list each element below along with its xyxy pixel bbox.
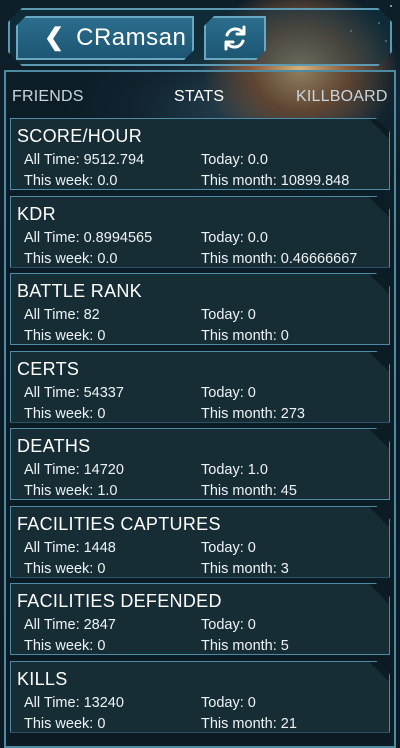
- refresh-button[interactable]: [204, 16, 266, 60]
- stat-title: BATTLE RANK: [17, 281, 142, 301]
- stat-title: FACILITIES DEFENDED: [17, 591, 222, 611]
- stat-month: This month: 21: [201, 715, 297, 732]
- stat-card-battle-rank: BATTLE RANK All Time: 82 Today: 0 This wee…: [10, 273, 390, 345]
- stat-week: This week: 0: [24, 405, 106, 422]
- stat-all-time: All Time: 9512.794: [24, 152, 145, 168]
- stat-title: SCORE/HOUR: [17, 126, 143, 146]
- stat-card-score-hour: SCORE/HOUR All Time: 9512.794 Today: 0.0 T…: [10, 118, 390, 190]
- stat-month: This month: 45: [201, 483, 297, 499]
- stat-title: KILLS: [17, 668, 68, 689]
- stat-week: This week: 0: [24, 328, 106, 344]
- stat-card-facilities-defended: FACILITIES DEFENDED All Time: 2847 Today:…: [10, 583, 390, 655]
- top-bar: ❮ CRamsan: [8, 8, 392, 66]
- stat-today: Today: 0: [201, 694, 256, 711]
- stats-list[interactable]: SCORE/HOUR All Time: 9512.794 Today: 0.0 T…: [10, 118, 390, 738]
- stat-month: This month: 0.46666667: [201, 250, 358, 267]
- stat-card-facilities-captures: FACILITIES CAPTURES All Time: 1448 Today:…: [10, 506, 390, 578]
- stat-month: This month: 0: [201, 328, 289, 344]
- tab-stats[interactable]: STATS: [174, 88, 224, 106]
- stat-month: This month: 273: [201, 405, 305, 422]
- chevron-left-icon: ❮: [44, 24, 65, 51]
- stat-all-time: All Time: 2847: [24, 617, 116, 633]
- stat-all-time: All Time: 0.8994565: [24, 229, 153, 246]
- tab-bar: FRIENDS STATS KILLBOARD: [6, 88, 394, 112]
- stat-week: This week: 0.0: [24, 250, 118, 267]
- stat-all-time: All Time: 14720: [24, 462, 124, 478]
- stat-week: This week: 0: [24, 715, 106, 732]
- tab-killboard[interactable]: KILLBOARD: [296, 88, 388, 106]
- stat-all-time: All Time: 54337: [24, 384, 124, 401]
- stat-month: This month: 3: [201, 560, 289, 577]
- stat-week: This week: 0: [24, 560, 106, 577]
- stat-all-time: All Time: 13240: [24, 694, 124, 711]
- stat-title: CERTS: [17, 358, 80, 379]
- profile-name: CRamsan: [76, 24, 187, 51]
- stat-all-time: All Time: 82: [24, 307, 100, 323]
- tab-friends[interactable]: FRIENDS: [12, 88, 84, 106]
- stat-today: Today: 0: [201, 307, 256, 323]
- stat-title: FACILITIES CAPTURES: [17, 513, 221, 534]
- stat-today: Today: 0: [201, 539, 256, 556]
- stat-today: Today: 0.0: [201, 229, 268, 246]
- stat-title: KDR: [17, 203, 56, 224]
- stat-week: This week: 1.0: [24, 483, 118, 499]
- back-button[interactable]: ❮ CRamsan: [16, 16, 194, 60]
- stat-month: This month: 10899.848: [201, 173, 350, 189]
- stat-month: This month: 5: [201, 638, 289, 654]
- stat-today: Today: 0: [201, 384, 256, 401]
- stat-all-time: All Time: 1448: [24, 539, 116, 556]
- stat-card-kills: KILLS All Time: 13240 Today: 0 This week: 0…: [10, 661, 390, 733]
- stat-card-kdr: KDR All Time: 0.8994565 Today: 0.0 This we…: [10, 196, 390, 268]
- stat-card-deaths: DEATHS All Time: 14720 Today: 1.0 This wee…: [10, 428, 390, 500]
- refresh-icon: [221, 24, 249, 52]
- stat-card-certs: CERTS All Time: 54337 Today: 0 This week: 0…: [10, 351, 390, 423]
- stat-week: This week: 0: [24, 638, 106, 654]
- stat-today: Today: 0: [201, 617, 256, 633]
- stat-today: Today: 1.0: [201, 462, 268, 478]
- stat-week: This week: 0.0: [24, 173, 118, 189]
- stat-today: Today: 0.0: [201, 152, 268, 168]
- stat-title: DEATHS: [17, 436, 91, 456]
